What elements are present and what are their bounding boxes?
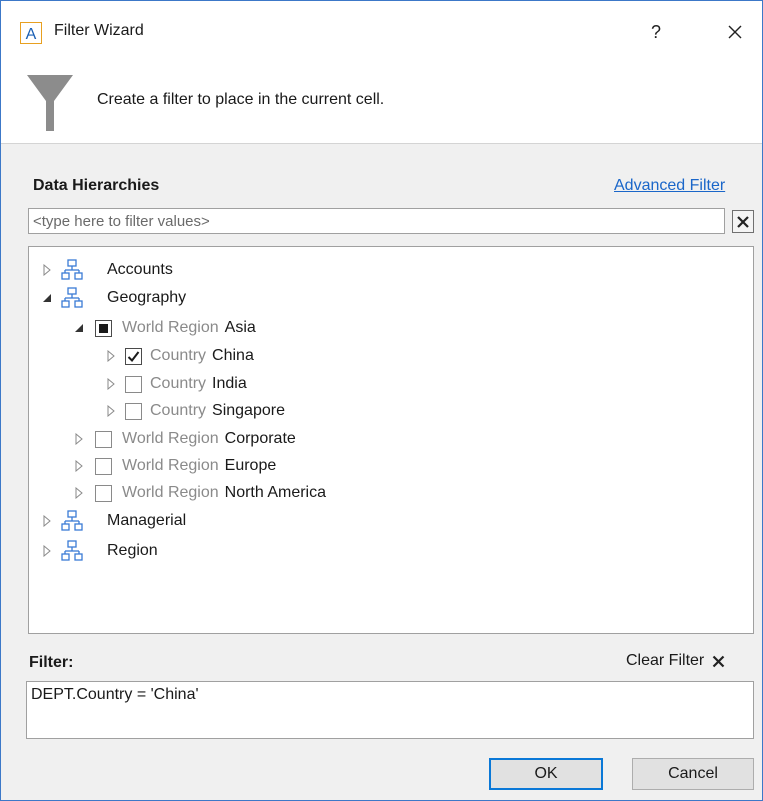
expand-arrow-icon[interactable] [73,433,85,445]
filter-wizard-dialog: A Filter Wizard ? Create a filter to pla… [0,0,763,801]
hierarchy-icon [61,510,83,531]
filter-label: Filter: [29,654,74,671]
app-icon: A [20,22,42,44]
clear-filter-button[interactable]: Clear Filter [626,652,725,670]
unchecked-checkbox[interactable] [95,484,112,502]
unchecked-checkbox[interactable] [95,430,112,448]
help-button[interactable]: ? [641,15,671,49]
member-label: China [212,347,254,364]
funnel-icon [27,73,73,133]
expand-arrow-icon[interactable] [41,264,53,276]
header-description: Create a filter to place in the current … [97,91,385,108]
hierarchy-label: Region [107,542,158,559]
ok-button[interactable]: OK [489,758,603,790]
level-label: World Region [122,484,219,501]
wizard-header: Create a filter to place in the current … [1,63,762,144]
advanced-filter-link[interactable]: Advanced Filter [614,177,725,195]
tree-node-accounts[interactable]: Accounts [41,257,173,283]
member-label: Corporate [224,430,296,447]
unchecked-checkbox[interactable] [125,375,142,393]
window-title: Filter Wizard [54,22,144,39]
partial-checkbox[interactable] [95,319,112,337]
collapse-arrow-icon[interactable] [73,322,85,334]
expand-arrow-icon[interactable] [105,350,117,362]
tree-node-india[interactable]: Country India [105,371,247,397]
filter-expression: DEPT.Country = 'China' [31,686,199,703]
member-label: Singapore [212,402,285,419]
unchecked-checkbox[interactable] [95,457,112,475]
tree-node-europe[interactable]: World Region Europe [73,453,276,479]
hierarchy-icon [61,540,83,561]
partial-check-icon [99,323,108,333]
collapse-arrow-icon[interactable] [41,292,53,304]
cancel-button[interactable]: Cancel [632,758,754,790]
tree-node-managerial[interactable]: Managerial [41,508,186,534]
close-icon [728,25,742,39]
hierarchy-icon [61,259,83,280]
hierarchy-icon [61,287,83,308]
level-label: Country [150,347,207,364]
member-label: India [212,375,247,392]
tree-node-china[interactable]: Country China [105,343,254,369]
level-label: Country [150,375,207,392]
tree-node-region[interactable]: Region [41,538,158,564]
tree-node-geography[interactable]: Geography [41,285,186,311]
tree-node-corporate[interactable]: World Region Corporate [73,426,296,452]
expand-arrow-icon[interactable] [41,515,53,527]
expand-arrow-icon[interactable] [73,460,85,472]
checked-checkbox[interactable] [125,347,142,365]
close-button[interactable] [717,15,753,49]
checkmark-icon [127,350,140,362]
clear-search-button[interactable] [732,210,754,233]
filter-values-input[interactable] [29,209,724,233]
title-bar: A Filter Wizard ? [1,1,762,63]
clear-filter-label: Clear Filter [626,652,705,669]
member-label: North America [224,484,327,501]
clear-icon [737,215,749,228]
level-label: World Region [122,430,219,447]
expand-arrow-icon[interactable] [105,378,117,390]
clear-filter-icon [712,655,725,667]
expand-arrow-icon[interactable] [41,545,53,557]
tree-node-north-america[interactable]: World Region North America [73,480,326,506]
tree-node-singapore[interactable]: Country Singapore [105,398,285,424]
data-hierarchies-label: Data Hierarchies [33,177,160,194]
level-label: World Region [122,457,219,474]
member-label: Europe [224,457,277,474]
expand-arrow-icon[interactable] [73,487,85,499]
tree-node-asia[interactable]: World Region Asia [73,315,256,341]
expand-arrow-icon[interactable] [105,405,117,417]
level-label: World Region [122,319,219,336]
hierarchy-label: Managerial [107,512,187,529]
hierarchy-label: Accounts [107,261,173,278]
level-label: Country [150,402,207,419]
hierarchy-label: Geography [107,289,187,306]
hierarchy-tree[interactable]: Accounts Geography World Region Asia Cou… [28,246,754,634]
svg-text:A: A [26,26,37,43]
filter-expression-box[interactable]: DEPT.Country = 'China' [26,681,754,739]
unchecked-checkbox[interactable] [125,402,142,420]
member-label: Asia [224,319,256,336]
filter-values-search [28,208,725,234]
